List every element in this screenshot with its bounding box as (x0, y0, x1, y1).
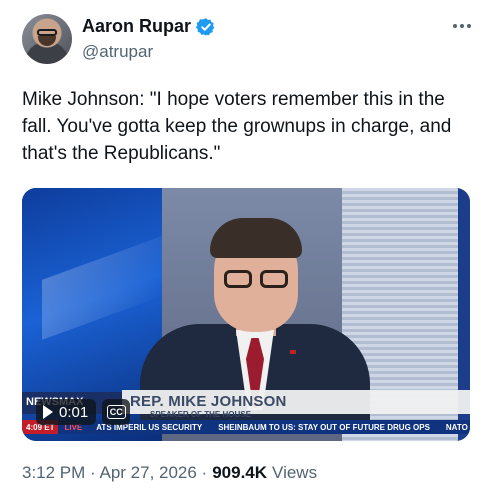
more-options-icon[interactable] (450, 18, 474, 34)
tweet-header: Aaron Rupar @atrupar (22, 12, 474, 68)
user-avatar[interactable] (22, 14, 72, 64)
tweet-text: Mike Johnson: "I hope voters remember th… (22, 89, 452, 164)
tweet-timestamp[interactable]: 3:12 PM · Apr 27, 2026 · (22, 463, 207, 483)
closed-captions-icon: CC (106, 405, 126, 419)
speaker-figure (140, 212, 370, 424)
video-player[interactable]: NEWSMAX REP. MIKE JOHNSON SPEAKER OF THE… (22, 188, 470, 441)
views-count: 909.4K (212, 463, 268, 482)
author-display-name[interactable]: Aaron Rupar (82, 16, 191, 37)
lower-third-subtitle: SPEAKER OF THE HOUSE (150, 410, 251, 419)
play-button[interactable]: 0:01 (36, 399, 97, 425)
ticker-item: NATO (445, 422, 468, 432)
author-handle[interactable]: @atrupar (82, 42, 153, 62)
lower-third-name: REP. MIKE JOHNSON (130, 393, 287, 410)
tweet-metadata: 3:12 PM · Apr 27, 2026 · 909.4K Views (22, 463, 317, 483)
captions-button[interactable]: CC (102, 399, 131, 425)
play-icon (43, 405, 53, 419)
video-controls: 0:01 CC (36, 399, 131, 425)
verified-badge-icon (196, 17, 215, 36)
author-name-row[interactable]: Aaron Rupar (82, 16, 216, 37)
views-label: Views (272, 463, 318, 482)
video-elapsed-time: 0:01 (59, 403, 89, 421)
ticker-item: SHEINBAUM TO US: STAY OUT OF FUTURE DRUG… (218, 422, 430, 432)
